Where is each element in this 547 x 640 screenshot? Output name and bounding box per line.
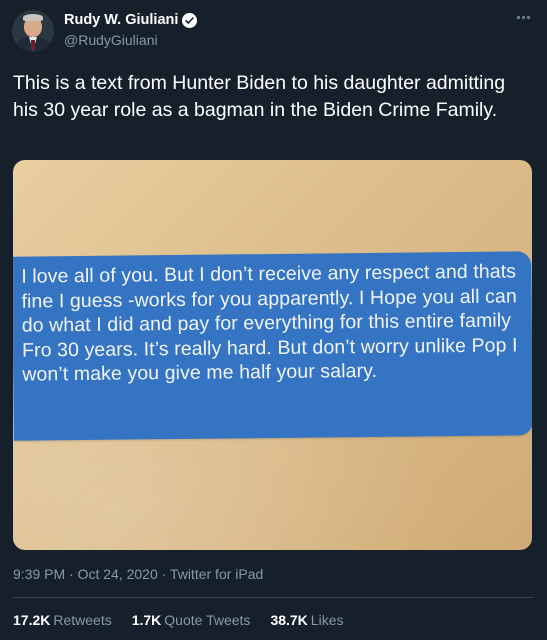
message-text: I love all of you. But I don’t receive a… — [21, 260, 518, 386]
author-name-row[interactable]: Rudy W. Giuliani — [64, 12, 198, 28]
quote-tweets-count: 1.7K — [131, 612, 162, 628]
retweets-count: 17.2K — [13, 612, 51, 628]
quote-tweets-stat[interactable]: 1.7K Quote Tweets — [132, 612, 251, 628]
engagement-stats: 17.2K Retweets 1.7K Quote Tweets 38.7K Like… — [13, 612, 363, 628]
likes-label: Likes — [310, 612, 344, 628]
divider — [13, 597, 534, 598]
retweets-stat[interactable]: 17.2K Retweets — [13, 612, 112, 628]
tweet-image[interactable]: I love all of you. But I don’t receive a… — [13, 160, 532, 550]
avatar[interactable] — [12, 10, 54, 52]
display-name[interactable]: Rudy W. Giuliani — [64, 12, 178, 28]
retweets-label: Retweets — [53, 612, 112, 628]
likes-count: 38.7K — [270, 612, 308, 628]
tweet-text: This is a text from Hunter Biden to his … — [13, 72, 506, 121]
quote-tweets-label: Quote Tweets — [164, 612, 251, 628]
more-options-icon[interactable] — [513, 9, 533, 25]
verified-badge-icon — [182, 12, 198, 28]
tweet: Rudy W. Giuliani @RudyGiuliani This is a… — [0, 0, 547, 640]
tweet-timestamp[interactable]: 9:39 PM · Oct 24, 2020 · Twitter for iPa… — [13, 566, 263, 582]
message-bubble: I love all of you. But I don’t receive a… — [13, 251, 532, 441]
likes-stat[interactable]: 38.7K Likes — [270, 612, 343, 628]
handle[interactable]: @RudyGiuliani — [64, 32, 158, 48]
